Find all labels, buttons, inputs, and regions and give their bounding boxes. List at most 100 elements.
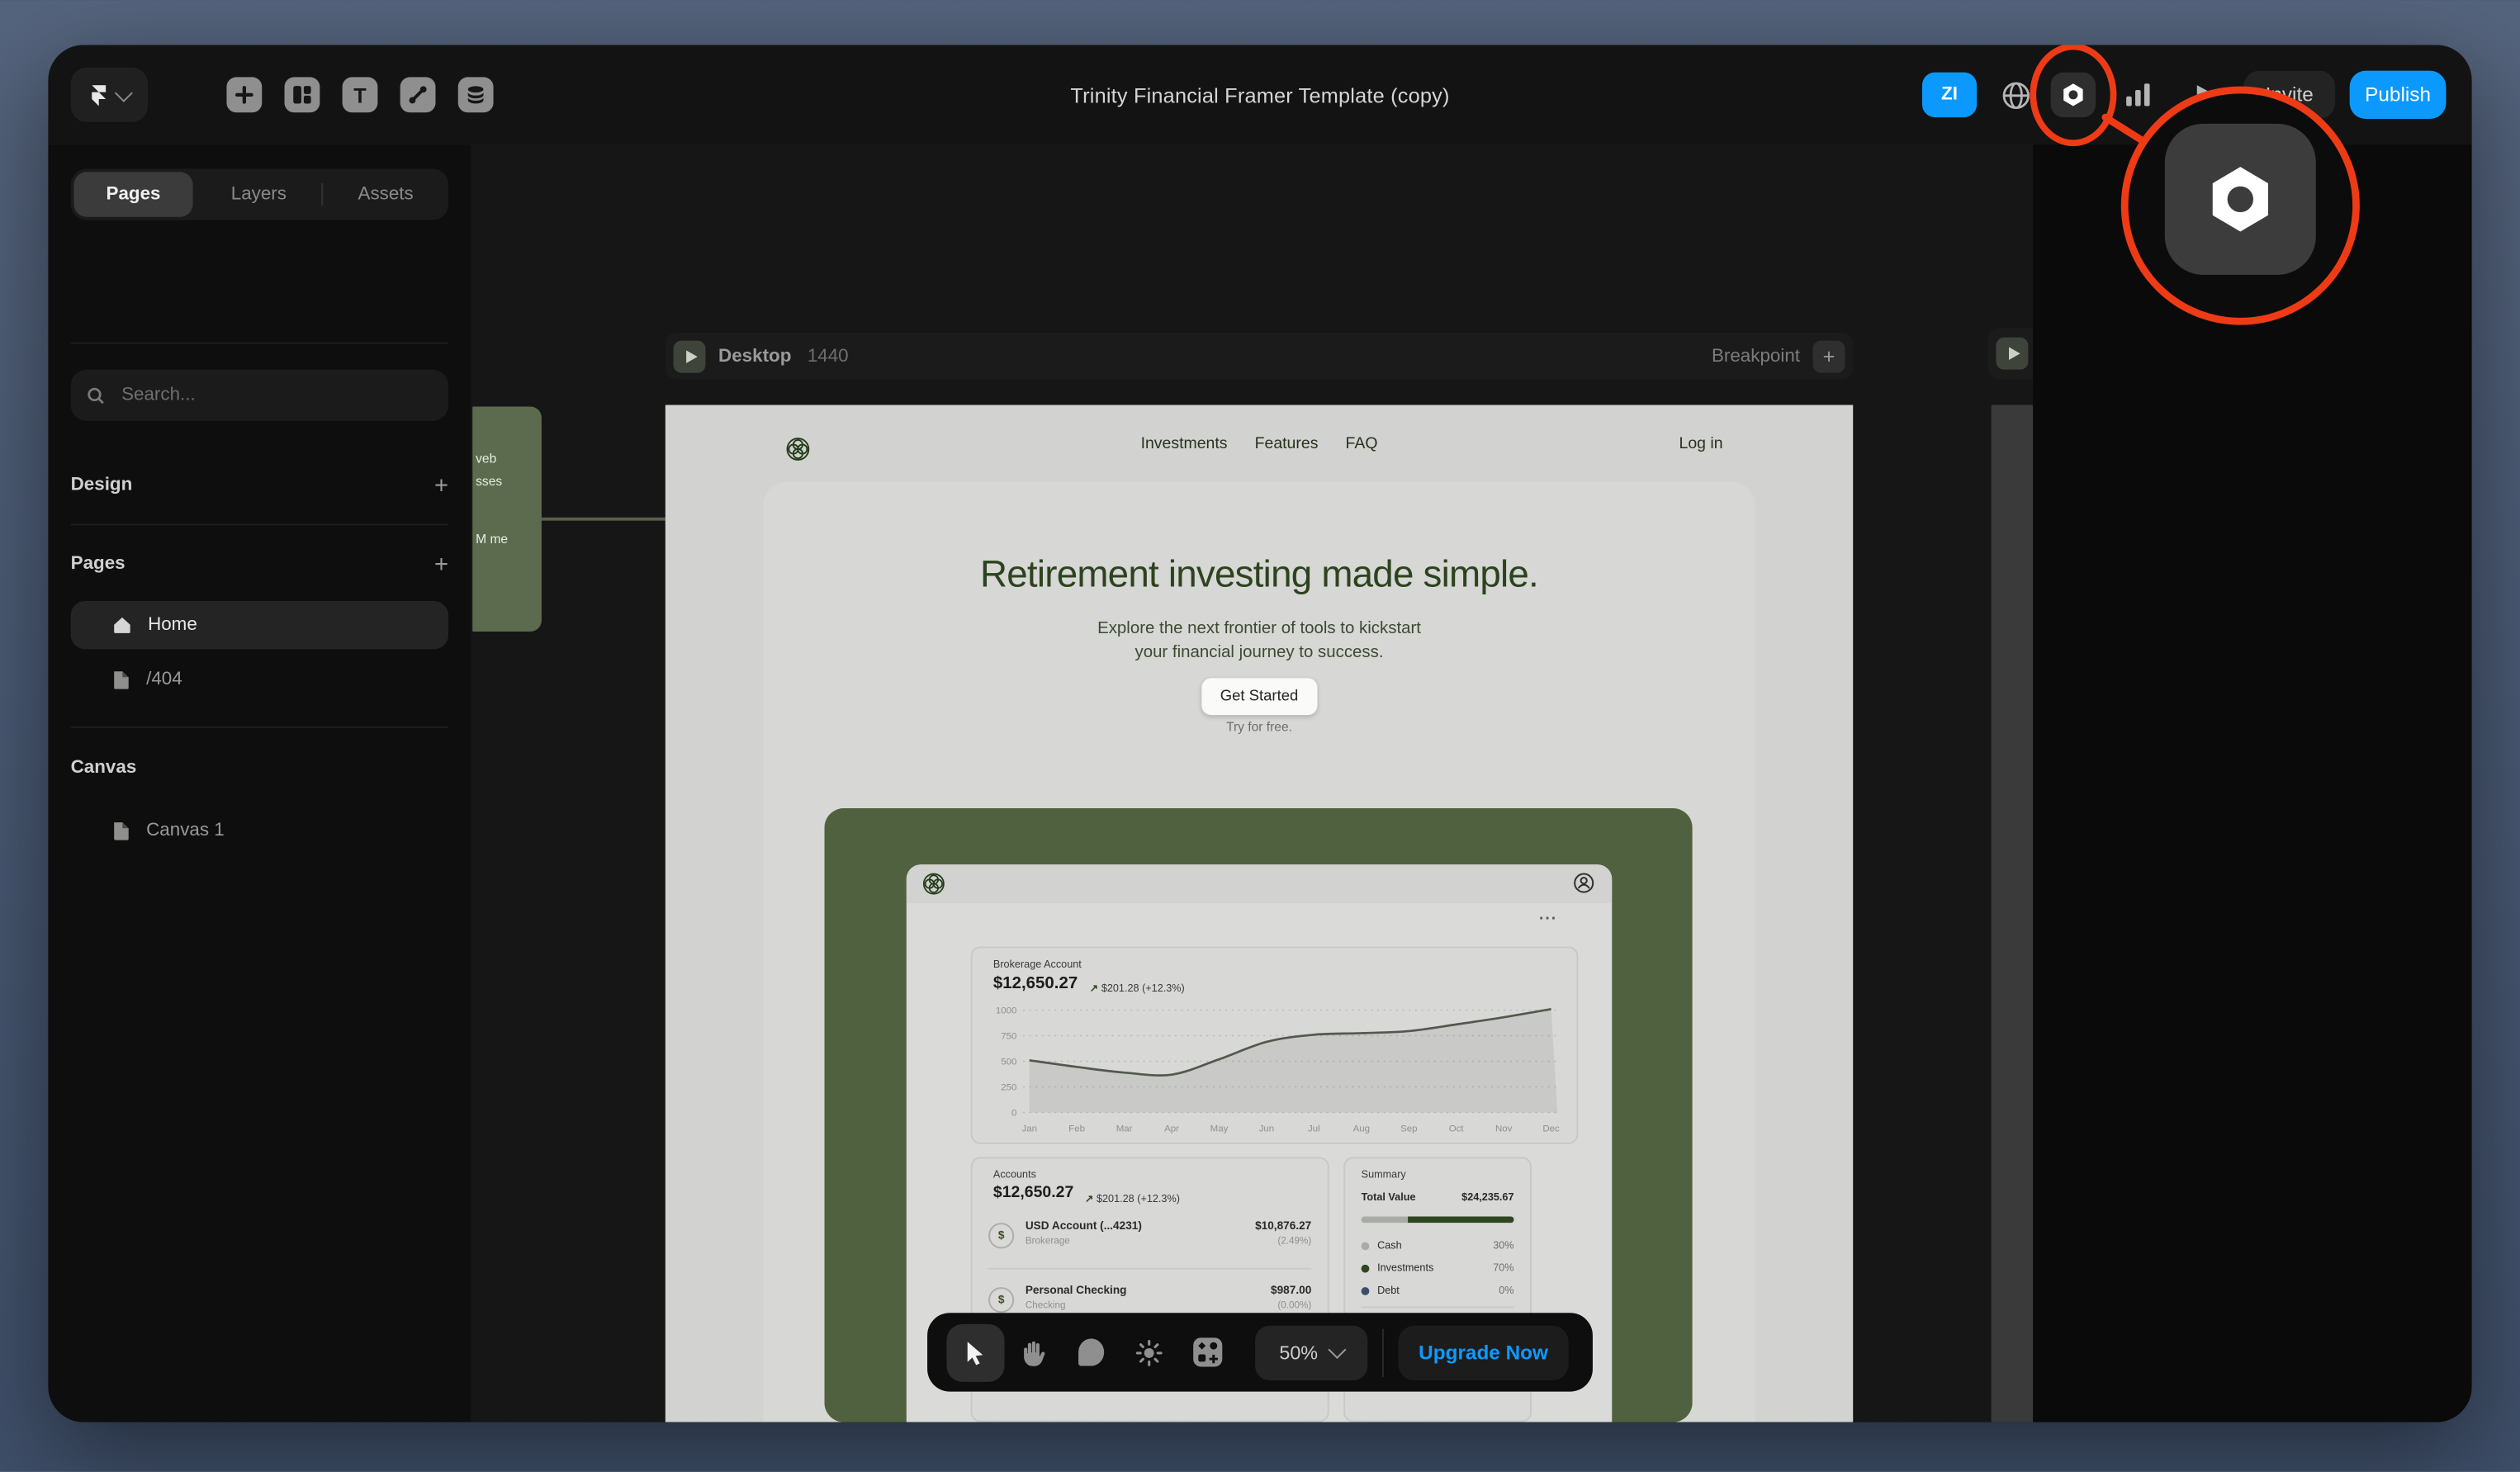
legend-row-cash: Cash 30% xyxy=(1362,1236,1514,1255)
plugins-button[interactable] xyxy=(2051,73,2096,118)
play-icon xyxy=(2008,347,2020,360)
second-frame-partial[interactable] xyxy=(1992,405,2034,1422)
screenshot-stage: T Trinity Financial Framer Template (cop… xyxy=(0,0,2520,1472)
legend-row-investments: Investments 70% xyxy=(1362,1258,1514,1277)
tab-pages[interactable]: Pages xyxy=(74,172,193,217)
desktop-frame-label[interactable]: Desktop 1440 Breakpoint + xyxy=(666,333,1853,379)
analytics-button[interactable] xyxy=(2118,73,2157,118)
preview-button[interactable] xyxy=(2186,73,2224,118)
user-avatar[interactable]: ZI xyxy=(1922,73,1977,118)
svg-text:May: May xyxy=(1210,1124,1229,1134)
svg-text:1000: 1000 xyxy=(996,1006,1017,1015)
search-icon xyxy=(87,385,106,405)
right-panel-void xyxy=(2033,144,2471,1422)
hand-tool[interactable] xyxy=(1005,1323,1063,1381)
zoom-dropdown[interactable]: 50% xyxy=(1255,1325,1367,1380)
canvas-section-header: Canvas xyxy=(71,752,448,784)
sidebar-item-404[interactable]: /404 xyxy=(71,656,448,703)
site-header: Investments Features FAQ Log in xyxy=(666,405,1853,482)
design-section-header: Design + xyxy=(71,469,448,501)
play-icon xyxy=(685,349,697,362)
dashboard-logo-icon xyxy=(922,873,945,895)
accounts-label: Accounts xyxy=(993,1170,1036,1181)
bar-chart-icon xyxy=(2124,82,2151,107)
cash-bar-segment xyxy=(1362,1216,1407,1223)
pages-section-header: Pages + xyxy=(71,548,448,580)
add-breakpoint-button[interactable]: + xyxy=(1813,340,1845,372)
design-canvas[interactable]: veb sses M me Desktop 1440 Breakpoint + xyxy=(471,144,2033,1422)
publish-button[interactable]: Publish xyxy=(2350,71,2447,119)
nav-investments[interactable]: Investments xyxy=(1141,435,1228,452)
connector-line xyxy=(542,518,666,520)
svg-text:Nov: Nov xyxy=(1495,1124,1513,1134)
dashboard-menu-dots[interactable]: ... xyxy=(1539,906,1557,924)
cash-dot xyxy=(1362,1242,1370,1250)
breakpoint-control: Breakpoint + xyxy=(1712,340,1845,372)
toolbar-divider xyxy=(1382,1328,1384,1376)
second-frame-label[interactable] xyxy=(1988,328,2034,379)
invite-button[interactable]: Invite xyxy=(2243,71,2335,119)
divider xyxy=(71,727,448,728)
svg-text:750: 750 xyxy=(1001,1031,1016,1041)
globe-button[interactable] xyxy=(1996,73,2034,118)
panel-tabs: Pages Layers Assets xyxy=(71,168,448,220)
framer-app-window: T Trinity Financial Framer Template (cop… xyxy=(48,45,2471,1422)
canvas-toolbar: 50% Upgrade Now xyxy=(927,1313,1593,1391)
sun-icon xyxy=(1134,1337,1163,1366)
hero-title: Retirement investing made simple. xyxy=(764,553,1755,597)
topbar: T Trinity Financial Framer Template (cop… xyxy=(48,45,2471,147)
brokerage-line-chart: 02505007501000JanFebMarAprMayJunJulAugSe… xyxy=(973,948,1577,1143)
sidebar-item-canvas-1[interactable]: Canvas 1 xyxy=(71,807,448,854)
svg-text:Jul: Jul xyxy=(1308,1124,1320,1134)
hero-section: Retirement investing made simple. Explor… xyxy=(764,482,1755,1422)
svg-text:Jun: Jun xyxy=(1259,1124,1275,1134)
accounts-value: $12,650.27 xyxy=(993,1185,1073,1202)
svg-text:250: 250 xyxy=(1001,1082,1016,1092)
debt-dot xyxy=(1362,1286,1370,1295)
upgrade-now-button[interactable]: Upgrade Now xyxy=(1398,1325,1568,1380)
select-tool[interactable] xyxy=(946,1323,1004,1381)
hand-icon xyxy=(1020,1337,1047,1366)
desktop-frame[interactable]: Investments Features FAQ Log in Retireme… xyxy=(666,405,1853,1422)
page-icon xyxy=(112,670,130,689)
account-icon: $ xyxy=(988,1223,1014,1248)
add-design-page-button[interactable]: + xyxy=(434,473,448,497)
login-link[interactable]: Log in xyxy=(1679,435,1723,452)
search-input[interactable] xyxy=(118,384,432,406)
allocation-bar xyxy=(1362,1216,1514,1223)
svg-text:0: 0 xyxy=(1011,1108,1016,1118)
sidebar-item-home[interactable]: Home xyxy=(71,601,448,649)
account-row: $ USD Account (...4231) Brokerage $10,87… xyxy=(988,1216,1311,1258)
search-box[interactable] xyxy=(71,370,448,421)
divider xyxy=(71,343,448,344)
frame-preview-button[interactable] xyxy=(1996,338,2028,370)
tab-layers[interactable]: Layers xyxy=(199,172,318,217)
cursor-icon xyxy=(964,1339,988,1365)
get-started-button[interactable]: Get Started xyxy=(1201,678,1317,715)
svg-text:Apr: Apr xyxy=(1164,1124,1179,1134)
add-page-button[interactable]: + xyxy=(434,552,448,576)
investments-bar-segment xyxy=(1407,1216,1513,1223)
partial-green-card[interactable]: veb sses M me xyxy=(472,406,542,632)
row-divider xyxy=(1362,1306,1514,1308)
home-icon xyxy=(112,615,131,634)
svg-text:Oct: Oct xyxy=(1449,1124,1465,1134)
tab-assets[interactable]: Assets xyxy=(326,172,445,217)
nav-features[interactable]: Features xyxy=(1255,435,1319,452)
chevron-down-icon xyxy=(1328,1341,1346,1359)
svg-text:Jan: Jan xyxy=(1021,1124,1037,1134)
svg-text:Aug: Aug xyxy=(1353,1124,1370,1134)
theme-tool[interactable] xyxy=(1120,1323,1178,1381)
brokerage-chart-card: Brokerage Account $12,650.27 ↗ $201.28 (… xyxy=(971,946,1579,1143)
svg-text:Mar: Mar xyxy=(1116,1124,1133,1134)
plugins-hexnut-icon xyxy=(2060,82,2086,107)
nav-faq[interactable]: FAQ xyxy=(1346,435,1378,452)
hero-subtitle: Explore the next frontier of tools to ki… xyxy=(764,617,1755,665)
frame-preview-button[interactable] xyxy=(674,340,706,372)
shapes-tool[interactable] xyxy=(1178,1323,1236,1381)
comment-tool[interactable] xyxy=(1063,1323,1120,1381)
svg-text:Feb: Feb xyxy=(1068,1124,1085,1134)
account-avatar-icon xyxy=(1574,873,1594,893)
divider xyxy=(71,524,448,526)
globe-icon xyxy=(2000,79,2030,110)
